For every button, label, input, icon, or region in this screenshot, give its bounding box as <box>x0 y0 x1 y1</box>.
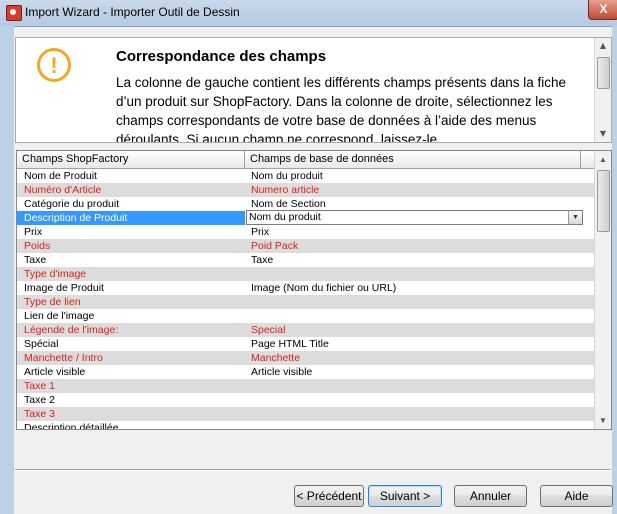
previous-button[interactable]: < Précédent <box>294 485 364 507</box>
database-field-cell[interactable]: Image (Nom du fichier ou URL) <box>246 281 581 295</box>
shopfactory-field-cell[interactable]: Image de Produit <box>17 281 245 295</box>
table-row[interactable]: Type d'image <box>17 267 595 281</box>
table-row[interactable]: Nom de Produit Nom du produit <box>17 169 595 183</box>
shopfactory-field-cell[interactable]: Spécial <box>17 337 245 351</box>
title-bar[interactable]: Import Wizard - Importer Outil de Dessin… <box>0 0 617 27</box>
database-field-cell[interactable] <box>246 407 581 421</box>
database-field-cell[interactable]: Page HTML Title <box>246 337 581 351</box>
database-field-cell[interactable] <box>246 421 581 429</box>
database-field-cell[interactable] <box>246 267 581 281</box>
table-row[interactable]: Manchette / Intro Manchette <box>17 351 595 365</box>
table-row[interactable]: Prix Prix <box>17 225 595 239</box>
database-field-cell[interactable]: Numero article <box>246 183 581 197</box>
database-field-cell[interactable]: Poid Pack <box>246 239 581 253</box>
header-scrollbar[interactable]: ▲ ▼ <box>594 38 611 142</box>
database-field-dropdown[interactable]: Nom du produit ▼ <box>246 210 583 225</box>
grid-scrollbar[interactable]: ▲ ▼ <box>594 151 611 429</box>
warning-icon: ! <box>37 48 71 82</box>
divider <box>15 469 611 471</box>
table-row[interactable]: Spécial Page HTML Title <box>17 337 595 351</box>
grid-rows: Nom de Produit Nom du produit Numéro d'Art… <box>17 169 595 429</box>
database-field-cell[interactable] <box>246 393 581 407</box>
scroll-up-icon[interactable]: ▲ <box>595 38 611 54</box>
table-row[interactable]: Poids Poid Pack <box>17 239 595 253</box>
shopfactory-field-cell[interactable]: Description de Produit <box>17 211 245 225</box>
shopfactory-field-cell[interactable]: Catégorie du produit <box>17 197 245 211</box>
shopfactory-field-cell[interactable]: Article visible <box>17 365 245 379</box>
app-icon <box>6 5 22 21</box>
column-header-database[interactable]: Champs de base de données <box>245 151 581 168</box>
table-row[interactable]: Image de Produit Image (Nom du fichier ou… <box>17 281 595 295</box>
shopfactory-field-cell[interactable]: Type de lien <box>17 295 245 309</box>
table-row[interactable]: Lien de l'image <box>17 309 595 323</box>
table-row[interactable]: Article visible Article visible <box>17 365 595 379</box>
scroll-down-icon[interactable]: ▼ <box>595 126 611 142</box>
help-button[interactable]: Aide <box>540 485 613 507</box>
page-title: Correspondance des champs <box>116 48 327 65</box>
table-row[interactable]: Taxe 1 <box>17 379 595 393</box>
wizard-header-panel: ! Correspondance des champs La colonne d… <box>15 37 612 143</box>
database-field-cell[interactable] <box>246 309 581 323</box>
grid-header: Champs ShopFactory Champs de base de don… <box>17 151 595 169</box>
shopfactory-field-cell[interactable]: Lien de l'image <box>17 309 245 323</box>
shopfactory-field-cell[interactable]: Prix <box>17 225 245 239</box>
window-title: Import Wizard - Importer Outil de Dessin <box>25 5 240 19</box>
shopfactory-field-cell[interactable]: Numéro d'Article <box>17 183 245 197</box>
scroll-down-icon[interactable]: ▼ <box>595 413 611 429</box>
shopfactory-field-cell[interactable]: Taxe 2 <box>17 393 245 407</box>
shopfactory-field-cell[interactable]: Taxe <box>17 253 245 267</box>
shopfactory-field-cell[interactable]: Description détaillée <box>17 421 245 429</box>
shopfactory-field-cell[interactable]: Poids <box>17 239 245 253</box>
table-row[interactable]: Catégorie du produit Nom de Section <box>17 197 595 211</box>
database-field-cell[interactable]: Special <box>246 323 581 337</box>
database-field-cell[interactable]: Nom du produit <box>246 169 581 183</box>
scroll-thumb[interactable] <box>597 170 610 232</box>
table-row[interactable]: Taxe Taxe <box>17 253 595 267</box>
table-row[interactable]: Numéro d'Article Numero article <box>17 183 595 197</box>
database-field-cell[interactable]: Prix <box>246 225 581 239</box>
page-description: La colonne de gauche contient les différ… <box>116 75 567 143</box>
database-field-cell[interactable] <box>246 379 581 393</box>
database-field-cell[interactable] <box>246 295 581 309</box>
table-row-selected[interactable]: Description de Produit Nom du produit ▼ <box>17 210 595 225</box>
shopfactory-field-cell[interactable]: Taxe 1 <box>17 379 245 393</box>
window-frame-left <box>0 26 14 514</box>
cancel-button[interactable]: Annuler <box>454 485 527 507</box>
shopfactory-field-cell[interactable]: Type d'image <box>17 267 245 281</box>
database-field-cell[interactable]: Article visible <box>246 365 581 379</box>
scroll-thumb[interactable] <box>597 57 610 89</box>
table-row[interactable]: Taxe 2 <box>17 393 595 407</box>
close-button[interactable]: X <box>588 0 617 20</box>
shopfactory-field-cell[interactable]: Légende de l'image: <box>17 323 245 337</box>
database-field-cell[interactable]: Manchette <box>246 351 581 365</box>
dropdown-selected-value: Nom du produit <box>249 211 321 223</box>
database-field-cell[interactable]: Nom de Section <box>246 197 581 211</box>
next-button[interactable]: Suivant > <box>368 485 442 507</box>
window-frame-right <box>612 26 617 514</box>
table-row[interactable]: Type de lien <box>17 295 595 309</box>
table-row[interactable]: Légende de l'image: Special <box>17 323 595 337</box>
field-mapping-grid[interactable]: Champs ShopFactory Champs de base de don… <box>16 150 612 430</box>
shopfactory-field-cell[interactable]: Manchette / Intro <box>17 351 245 365</box>
table-row[interactable]: Description détaillée <box>17 421 595 429</box>
database-field-cell[interactable]: Taxe <box>246 253 581 267</box>
table-row[interactable]: Taxe 3 <box>17 407 595 421</box>
column-header-shopfactory[interactable]: Champs ShopFactory <box>17 151 245 168</box>
shopfactory-field-cell[interactable]: Nom de Produit <box>17 169 245 183</box>
chevron-down-icon[interactable]: ▼ <box>568 211 582 224</box>
shopfactory-field-cell[interactable]: Taxe 3 <box>17 407 245 421</box>
scroll-up-icon[interactable]: ▲ <box>595 152 611 168</box>
